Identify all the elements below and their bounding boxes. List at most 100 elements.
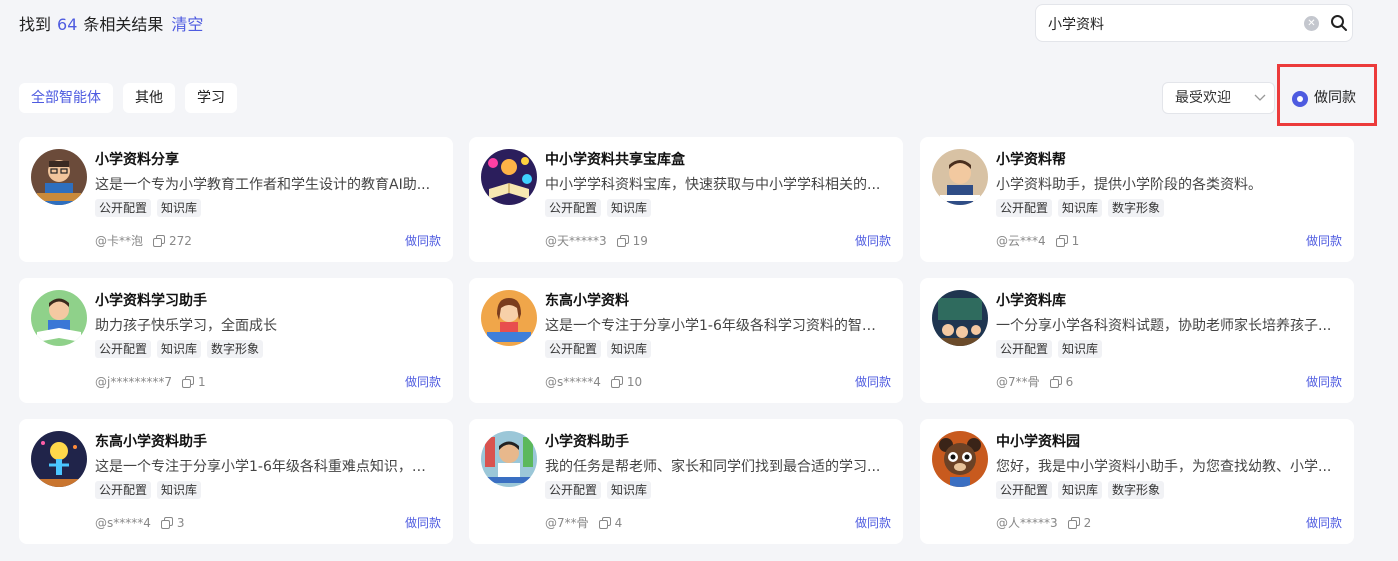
tag: 知识库 (1058, 481, 1103, 499)
copy-icon (610, 376, 623, 388)
category-tabs: 全部智能体 其他 学习 (19, 83, 237, 113)
make-same-button[interactable]: 做同款 (1306, 374, 1342, 390)
boy-student-avatar (932, 149, 988, 205)
agent-card[interactable]: 小学资料分享 这是一个专为小学教育工作者和学生设计的教育AI助... 公开配置 … (19, 137, 453, 262)
card-meta: @云***4 1 (996, 233, 1079, 249)
card-use-count: 272 (169, 234, 192, 248)
agent-card[interactable]: 小学资料助手 我的任务是帮老师、家长和同学们找到最合适的学习... 公开配置 知… (469, 419, 903, 544)
tag: 知识库 (607, 199, 652, 217)
chevron-down-icon (1254, 94, 1266, 101)
clear-button[interactable]: 清空 (171, 15, 203, 34)
radio-checked-icon (1292, 91, 1308, 107)
make-same-button[interactable]: 做同款 (405, 515, 441, 531)
card-tags: 公开配置 知识库 (545, 199, 652, 217)
card-meta: @s*****4 3 (95, 515, 185, 531)
card-title: 小学资料库 (996, 293, 1066, 309)
tag: 数字形象 (207, 340, 264, 358)
tab-other[interactable]: 其他 (123, 83, 175, 113)
card-title: 小学资料帮 (996, 152, 1066, 168)
agent-card[interactable]: 小学资料帮 小学资料助手，提供小学阶段的各类资料。 公开配置 知识库 数字形象 … (920, 137, 1354, 262)
card-description: 这是一个专注于分享小学1-6年级各科重难点知识，各... (95, 459, 435, 475)
tag: 知识库 (157, 340, 202, 358)
card-description: 这是一个专为小学教育工作者和学生设计的教育AI助... (95, 177, 431, 193)
copy-icon (160, 517, 173, 529)
lightbulb-figure-avatar (31, 431, 87, 487)
reading-boy-avatar (31, 290, 87, 346)
copy-icon (153, 235, 166, 247)
card-title: 东高小学资料 (545, 293, 629, 309)
make-same-button[interactable]: 做同款 (855, 233, 891, 249)
card-meta: @7**骨 4 (545, 515, 622, 531)
agent-card[interactable]: 中小学资料共享宝库盒 中小学学科资料宝库，快速获取与中小学学科相关的... 公开… (469, 137, 903, 262)
card-meta: @卡**泡 272 (95, 233, 192, 249)
girl-books-avatar (481, 290, 537, 346)
card-author: @s*****4 (545, 375, 601, 389)
tag: 知识库 (607, 481, 652, 499)
card-tags: 公开配置 知识库 (95, 199, 202, 217)
results-suffix: 条相关结果 (83, 15, 164, 34)
tag: 公开配置 (996, 340, 1053, 358)
card-description: 助力孩子快乐学习，全面成长 (95, 318, 277, 334)
treasure-book-avatar (481, 149, 537, 205)
card-meta: @j*********7 1 (95, 374, 206, 390)
search-box: ✕ (1035, 4, 1353, 42)
make-same-button[interactable]: 做同款 (1306, 233, 1342, 249)
card-title: 小学资料分享 (95, 152, 179, 168)
card-author: @天*****3 (545, 234, 607, 248)
card-use-count: 4 (614, 516, 623, 530)
agent-card[interactable]: 东高小学资料助手 这是一个专注于分享小学1-6年级各科重难点知识，各... 公开… (19, 419, 453, 544)
card-tags: 公开配置 知识库 数字形象 (996, 199, 1165, 217)
results-count: 64 (57, 15, 78, 34)
copy-icon (1049, 376, 1062, 388)
card-title: 东高小学资料助手 (95, 434, 207, 450)
make-same-button[interactable]: 做同款 (1306, 515, 1342, 531)
tag: 知识库 (1058, 340, 1103, 358)
copy-icon (598, 517, 611, 529)
agent-card[interactable]: 东高小学资料 这是一个专注于分享小学1-6年级各科学习资料的智能... 公开配置… (469, 278, 903, 403)
card-description: 您好，我是中小学资料小助手，为您查找幼教、小学... (996, 459, 1332, 475)
card-tags: 公开配置 知识库 (545, 340, 652, 358)
make-same-button[interactable]: 做同款 (405, 233, 441, 249)
results-prefix: 找到 (19, 15, 52, 34)
tag: 公开配置 (95, 199, 152, 217)
tag: 知识库 (157, 199, 202, 217)
make-same-button[interactable]: 做同款 (405, 374, 441, 390)
tag: 知识库 (157, 481, 202, 499)
agent-card[interactable]: 中小学资料园 您好，我是中小学资料小助手，为您查找幼教、小学... 公开配置 知… (920, 419, 1354, 544)
agent-card[interactable]: 小学资料库 一个分享小学各科资料试题，协助老师家长培养孩子... 公开配置 知识… (920, 278, 1354, 403)
card-use-count: 1 (197, 375, 206, 389)
card-author: @卡**泡 (95, 234, 144, 248)
card-meta: @7**骨 6 (996, 374, 1073, 390)
results-summary: 找到 64 条相关结果 清空 (19, 14, 203, 36)
card-tags: 公开配置 知识库 (95, 481, 202, 499)
tag: 知识库 (607, 340, 652, 358)
tag: 公开配置 (95, 340, 152, 358)
make-same-button[interactable]: 做同款 (855, 515, 891, 531)
card-description: 中小学学科资料宝库，快速获取与中小学学科相关的... (545, 177, 881, 193)
make-same-button[interactable]: 做同款 (855, 374, 891, 390)
studying-boy-avatar (481, 431, 537, 487)
copy-icon (1055, 235, 1068, 247)
make-same-filter-radio[interactable]: 做同款 (1277, 64, 1377, 126)
card-use-count: 1 (1071, 234, 1080, 248)
tag: 公开配置 (996, 199, 1053, 217)
copy-icon (1067, 517, 1080, 529)
card-tags: 公开配置 知识库 (545, 481, 652, 499)
sort-select[interactable]: 最受欢迎 (1162, 82, 1275, 114)
clear-search-icon[interactable]: ✕ (1304, 16, 1319, 31)
card-author: @7**骨 (545, 516, 589, 530)
tag: 公开配置 (996, 481, 1053, 499)
search-icon[interactable] (1330, 14, 1348, 32)
agent-card[interactable]: 小学资料学习助手 助力孩子快乐学习，全面成长 公开配置 知识库 数字形象 @j*… (19, 278, 453, 403)
card-use-count: 10 (626, 375, 643, 389)
card-meta: @天*****3 19 (545, 233, 648, 249)
search-input[interactable] (1046, 13, 1300, 35)
tab-study[interactable]: 学习 (185, 83, 237, 113)
panda-mascot-avatar (932, 431, 988, 487)
card-tags: 公开配置 知识库 (996, 340, 1103, 358)
copy-icon (616, 235, 629, 247)
card-meta: @人*****3 2 (996, 515, 1091, 531)
classroom-avatar (932, 290, 988, 346)
card-title: 中小学资料共享宝库盒 (545, 152, 685, 168)
tab-all-agents[interactable]: 全部智能体 (19, 83, 113, 113)
